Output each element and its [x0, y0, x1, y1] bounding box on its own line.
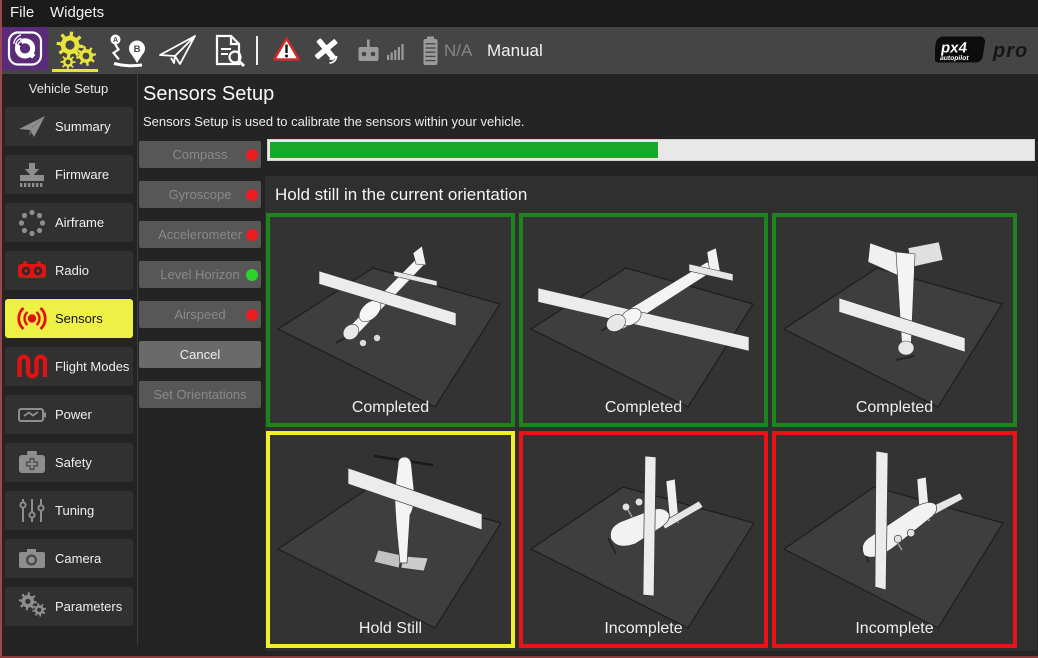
svg-text:pro: pro: [992, 40, 1028, 62]
svg-text:B: B: [134, 44, 141, 55]
svg-text:A: A: [113, 37, 118, 44]
svg-text:px4: px4: [940, 40, 969, 57]
svg-text:autopilot: autopilot: [939, 55, 969, 62]
